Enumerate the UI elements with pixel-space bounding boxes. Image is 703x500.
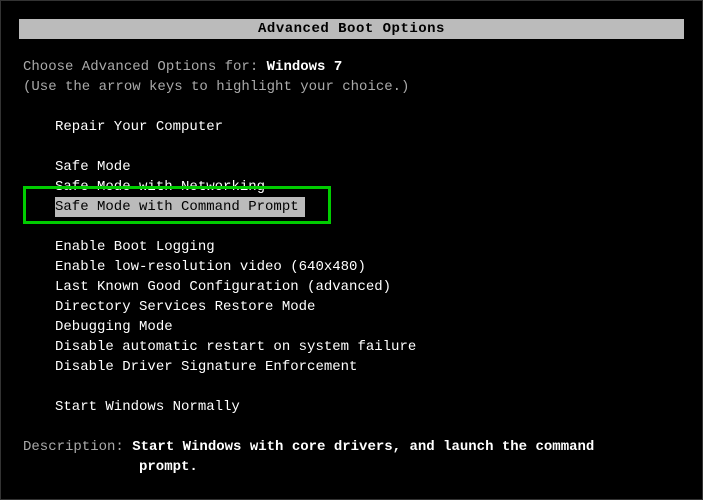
description-label: Description: [23,439,132,455]
option-enable-boot-logging[interactable]: Enable Boot Logging [55,237,680,257]
selected-option-text: Safe Mode with Command Prompt [55,197,305,217]
option-disable-auto-restart[interactable]: Disable automatic restart on system fail… [55,337,680,357]
option-safe-mode-command-prompt[interactable]: Safe Mode with Command Prompt [55,197,680,217]
os-name: Windows 7 [267,59,343,75]
option-disable-driver-signature[interactable]: Disable Driver Signature Enforcement [55,357,680,377]
spacer [55,217,680,237]
description-text-2: prompt. [139,459,198,475]
title-bar: Advanced Boot Options [19,19,684,39]
options-list[interactable]: Repair Your Computer Safe Mode Safe Mode… [23,117,680,417]
prompt-prefix: Choose Advanced Options for: [23,59,267,75]
description-line-1: Description: Start Windows with core dri… [23,437,680,457]
option-safe-mode-networking[interactable]: Safe Mode with Networking [55,177,680,197]
option-start-windows-normally[interactable]: Start Windows Normally [55,397,680,417]
description-line-2: prompt. [23,457,680,477]
spacer [55,377,680,397]
option-low-resolution-video[interactable]: Enable low-resolution video (640x480) [55,257,680,277]
option-safe-mode[interactable]: Safe Mode [55,157,680,177]
instruction-text: (Use the arrow keys to highlight your ch… [23,77,680,97]
option-last-known-good-config[interactable]: Last Known Good Configuration (advanced) [55,277,680,297]
content-area: Choose Advanced Options for: Windows 7 (… [1,39,702,495]
description-block: Description: Start Windows with core dri… [23,437,680,477]
title-text: Advanced Boot Options [258,21,445,37]
spacer [55,137,680,157]
option-directory-services-restore[interactable]: Directory Services Restore Mode [55,297,680,317]
description-text-1: Start Windows with core drivers, and lau… [132,439,594,455]
option-repair-your-computer[interactable]: Repair Your Computer [55,117,680,137]
prompt-line: Choose Advanced Options for: Windows 7 [23,57,680,77]
option-debugging-mode[interactable]: Debugging Mode [55,317,680,337]
